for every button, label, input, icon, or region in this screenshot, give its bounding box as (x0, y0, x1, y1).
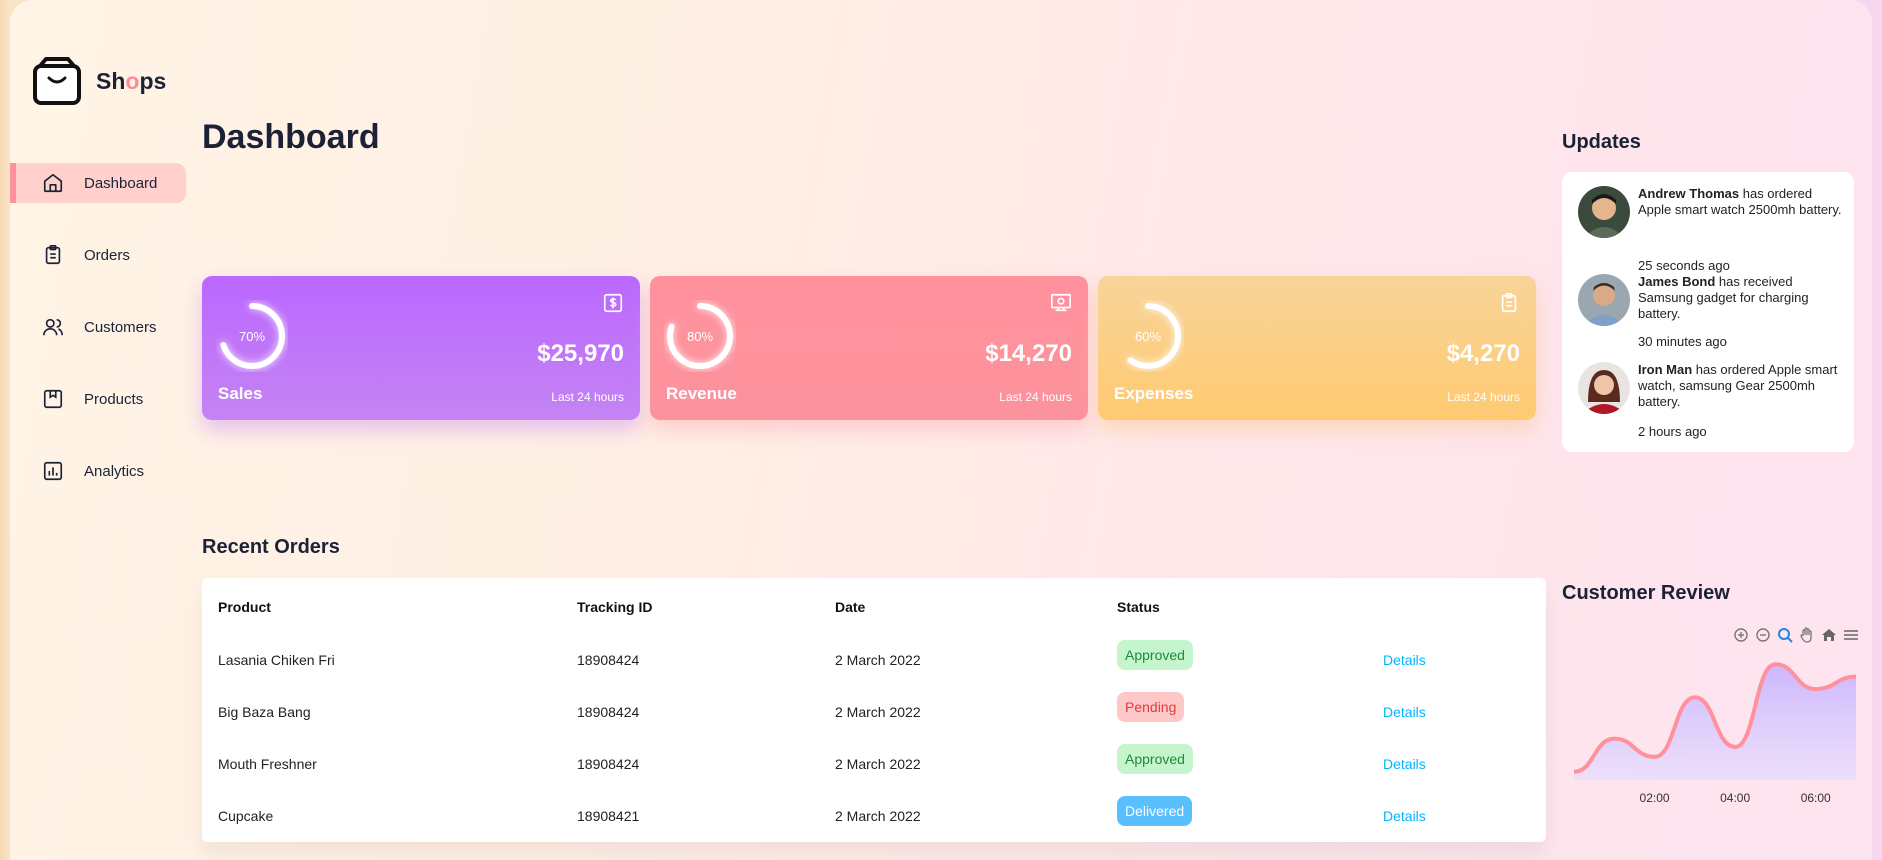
shopping-bag-icon (33, 57, 81, 105)
table-row: Mouth Freshner 18908424 2 March 2022 App… (202, 740, 1546, 792)
card-label: Expenses (1114, 384, 1194, 403)
cell-tracking: 18908424 (577, 756, 640, 772)
card-amount: $25,970 (537, 340, 624, 367)
cell-product: Big Baza Bang (218, 704, 311, 720)
progress-percent: 80% (686, 328, 714, 344)
progress-percent: 60% (1134, 328, 1162, 344)
card-period: Last 24 hours (999, 390, 1072, 404)
card-period: Last 24 hours (551, 390, 624, 404)
cell-product: Cupcake (218, 808, 274, 824)
cell-tracking: 18908424 (577, 704, 640, 720)
update-text: Iron Man has ordered Apple smart watch, … (1638, 362, 1838, 409)
orders-table: Product Tracking ID Date Status Lasania … (202, 578, 1546, 842)
recent-orders-title: Recent Orders (202, 536, 340, 558)
details-link[interactable]: Details (1383, 808, 1426, 824)
column-header-tracking[interactable]: Tracking ID (577, 599, 652, 615)
money-icon (1051, 293, 1071, 312)
details-link[interactable]: Details (1383, 652, 1426, 668)
avatar (1578, 274, 1630, 326)
update-text: James Bond has received Samsung gadget f… (1638, 274, 1809, 321)
cell-tracking: 18908421 (577, 808, 640, 824)
cell-date: 2 March 2022 (835, 652, 921, 668)
sidebar-item-customers[interactable]: Customers (10, 307, 186, 347)
sidebar-item-label: Analytics (84, 462, 145, 480)
update-time: 25 seconds ago (1638, 258, 1730, 273)
sidebar-item-label: Orders (84, 246, 130, 264)
update-time: 30 minutes ago (1638, 334, 1727, 349)
users-icon (43, 318, 63, 336)
updates-panel: Andrew Thomas has ordered Apple smart wa… (1562, 172, 1854, 452)
status-badge: Approved (1117, 744, 1193, 774)
bar-chart-icon (43, 461, 63, 481)
home-icon (43, 173, 63, 193)
progress-percent: 70% (238, 328, 266, 344)
updates-title: Updates (1562, 131, 1641, 153)
cell-product: Lasania Chiken Fri (218, 652, 335, 668)
customer-review-chart: 02:00 04:00 06:00 (1562, 620, 1862, 820)
update-text: Andrew Thomas has ordered Apple smart wa… (1638, 186, 1842, 217)
table-row: Lasania Chiken Fri 18908424 2 March 2022… (202, 636, 1546, 688)
card-period: Last 24 hours (1447, 390, 1520, 404)
clipboard-icon (45, 245, 61, 265)
card-label: Revenue (666, 384, 737, 403)
x-tick-label: 04:00 (1720, 791, 1750, 805)
x-tick-label: 02:00 (1640, 791, 1670, 805)
sidebar-nav: Dashboard Orders Customers Products Anal… (10, 163, 186, 523)
card-amount: $4,270 (1446, 340, 1520, 367)
sidebar-item-dashboard[interactable]: Dashboard (10, 163, 186, 203)
card-revenue[interactable]: 80% $14,270 Revenue Last 24 hours (650, 276, 1088, 420)
card-sales[interactable]: 70% $25,970 Sales Last 24 hours (202, 276, 640, 420)
avatar (1578, 362, 1630, 414)
table-row: Cupcake 18908421 2 March 2022 Delivered … (202, 792, 1546, 844)
clipboard-icon (1501, 293, 1517, 313)
update-time: 2 hours ago (1638, 424, 1707, 439)
x-tick-label: 06:00 (1801, 791, 1831, 805)
cell-tracking: 18908424 (577, 652, 640, 668)
column-header-product[interactable]: Product (218, 599, 271, 615)
status-badge: Pending (1117, 692, 1185, 722)
card-amount: $14,270 (985, 340, 1072, 367)
cell-date: 2 March 2022 (835, 756, 921, 772)
status-badge: Delivered (1117, 796, 1193, 826)
column-header-status[interactable]: Status (1117, 599, 1160, 615)
logo[interactable]: Shops (32, 56, 166, 106)
avatar (1578, 186, 1630, 238)
table-row: Big Baza Bang 18908424 2 March 2022 Pend… (202, 688, 1546, 740)
stat-cards: 70% $25,970 Sales Last 24 hours 80% $14,… (202, 276, 1536, 420)
sidebar-item-orders[interactable]: Orders (10, 235, 186, 275)
app-window: Shops Dashboard Orders Customers Product… (10, 0, 1872, 860)
cell-product: Mouth Freshner (218, 756, 317, 772)
area-chart: 02:00 04:00 06:00 (1573, 662, 1857, 805)
sidebar-item-label: Dashboard (84, 174, 158, 192)
sidebar-item-analytics[interactable]: Analytics (10, 451, 186, 491)
details-link[interactable]: Details (1383, 756, 1426, 772)
status-badge: Approved (1117, 640, 1193, 670)
sidebar-item-label: Customers (84, 318, 157, 336)
details-link[interactable]: Details (1383, 704, 1426, 720)
column-header-date[interactable]: Date (835, 599, 865, 615)
package-icon (43, 389, 63, 409)
cell-date: 2 March 2022 (835, 808, 921, 824)
cell-date: 2 March 2022 (835, 704, 921, 720)
page-title: Dashboard (202, 118, 380, 156)
dollar-icon (603, 293, 623, 313)
card-label: Sales (218, 384, 263, 403)
card-expenses[interactable]: 60% $4,270 Expenses Last 24 hours (1098, 276, 1536, 420)
sidebar-item-label: Products (84, 390, 144, 408)
customer-review-title: Customer Review (1562, 582, 1730, 604)
logo-text: Shops (96, 67, 167, 94)
sidebar-item-products[interactable]: Products (10, 379, 186, 419)
